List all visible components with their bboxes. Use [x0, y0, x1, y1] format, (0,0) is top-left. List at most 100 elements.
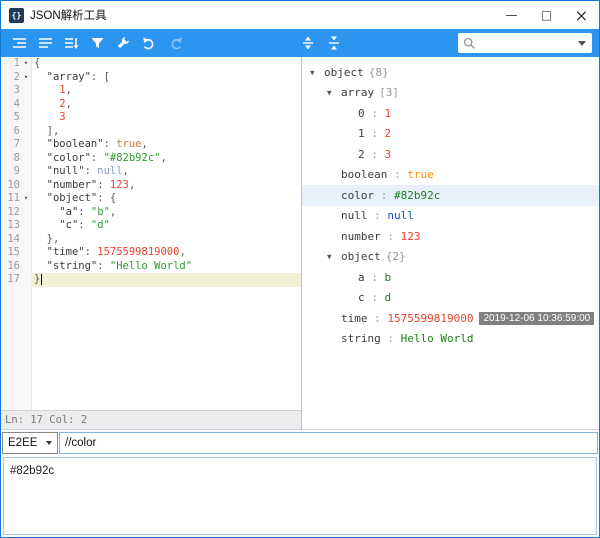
compact-icon[interactable] — [36, 34, 54, 52]
code-line[interactable]: "a": "b", — [31, 206, 301, 220]
code-line[interactable]: "array": [ — [31, 71, 301, 85]
repair-icon[interactable] — [114, 34, 132, 52]
format-icon[interactable] — [10, 34, 28, 52]
editor-line[interactable]: 11▾ "object": { — [1, 192, 301, 206]
query-result[interactable]: #82b92c — [3, 457, 597, 535]
fold-spacer — [21, 206, 31, 220]
code-line[interactable]: "boolean": true, — [31, 138, 301, 152]
tree-value: 2 — [385, 127, 392, 140]
tree-row[interactable]: string : Hello World — [302, 329, 599, 350]
code-line[interactable]: { — [31, 57, 301, 71]
expand-all-icon[interactable] — [299, 34, 317, 52]
editor-line[interactable]: 16 "string": "Hello World" — [1, 260, 301, 274]
editor-line[interactable]: 3 1, — [1, 84, 301, 98]
query-mode-select[interactable]: E2EE — [2, 432, 58, 454]
token: "#82b92c" — [104, 152, 161, 164]
code-line[interactable]: 2, — [31, 98, 301, 112]
redo-icon[interactable] — [166, 34, 184, 52]
code-line[interactable]: "null": null, — [31, 165, 301, 179]
minimize-button[interactable]: — — [494, 1, 529, 29]
code-line[interactable]: "c": "d" — [31, 219, 301, 233]
line-number: 15 — [7, 246, 21, 260]
tree-row[interactable]: time : 15755998190002019-12-06 10:36:59:… — [302, 308, 599, 329]
key-value-separator: : — [365, 291, 385, 304]
collapse-all-icon[interactable] — [325, 34, 343, 52]
fold-arrow-icon[interactable]: ▾ — [21, 71, 31, 85]
fold-arrow-icon[interactable]: ▾ — [21, 57, 31, 71]
line-number: 16 — [7, 260, 21, 274]
search-dropdown-icon[interactable] — [578, 41, 586, 46]
tree-row[interactable]: boolean : true — [302, 165, 599, 186]
search-input[interactable] — [479, 36, 578, 50]
app-icon: {} — [9, 8, 24, 23]
code-line[interactable]: "string": "Hello World" — [31, 260, 301, 274]
token: , — [66, 84, 72, 96]
fold-spacer — [21, 138, 31, 152]
editor-line[interactable]: 15 "time": 1575599819000, — [1, 246, 301, 260]
query-path-input[interactable] — [59, 432, 598, 454]
code-line[interactable]: } — [31, 273, 301, 287]
editor-line[interactable]: 13 "c": "d" — [1, 219, 301, 233]
key-value-separator: : — [365, 271, 385, 284]
tree-key: time — [341, 312, 368, 325]
json-editor[interactable]: 1▾{2▾ "array": [3 1,4 2,5 36 ],7 "boolea… — [1, 57, 301, 410]
editor-line[interactable]: 7 "boolean": true, — [1, 138, 301, 152]
token: : — [78, 219, 91, 231]
code-line[interactable]: ], — [31, 125, 301, 139]
filter-icon[interactable] — [88, 34, 106, 52]
editor-line[interactable]: 1▾{ — [1, 57, 301, 71]
tree-key: c — [358, 291, 365, 304]
editor-line[interactable]: 10 "number": 123, — [1, 179, 301, 193]
tree-row[interactable]: ▼array[3] — [302, 83, 599, 104]
fold-spacer — [21, 98, 31, 112]
fold-spacer — [21, 260, 31, 274]
tree-row[interactable]: ▼object{2} — [302, 247, 599, 268]
close-button[interactable]: × — [564, 1, 599, 29]
editor-line[interactable]: 2▾ "array": [ — [1, 71, 301, 85]
code-line[interactable]: "color": "#82b92c", — [31, 152, 301, 166]
editor-line[interactable]: 4 2, — [1, 98, 301, 112]
tree-row[interactable]: ▼object{8} — [302, 62, 599, 83]
editor-line[interactable]: 12 "a": "b", — [1, 206, 301, 220]
token: , — [160, 152, 166, 164]
window-title: JSON解析工具 — [30, 7, 107, 23]
line-number: 11 — [7, 192, 21, 206]
token — [34, 165, 47, 177]
token — [34, 260, 47, 272]
code-line[interactable]: "object": { — [31, 192, 301, 206]
token — [34, 233, 47, 245]
tree-row[interactable]: 1 : 2 — [302, 124, 599, 145]
sort-icon[interactable] — [62, 34, 80, 52]
collapse-triangle-icon[interactable]: ▼ — [310, 68, 324, 77]
tree-row[interactable]: c : d — [302, 288, 599, 309]
tree-row[interactable]: null : null — [302, 206, 599, 227]
token: : — [78, 206, 91, 218]
collapse-triangle-icon[interactable]: ▼ — [327, 252, 341, 261]
editor-line[interactable]: 9 "null": null, — [1, 165, 301, 179]
tree-row[interactable]: 2 : 3 — [302, 144, 599, 165]
tree-row[interactable]: number : 123 — [302, 226, 599, 247]
code-line[interactable]: 3 — [31, 111, 301, 125]
editor-line[interactable]: 6 ], — [1, 125, 301, 139]
editor-line[interactable]: 5 3 — [1, 111, 301, 125]
line-number: 10 — [7, 179, 21, 193]
tree-row[interactable]: color : #82b92c — [302, 185, 599, 206]
maximize-button[interactable]: □ — [529, 1, 564, 29]
editor-line[interactable]: 14 }, — [1, 233, 301, 247]
collapse-triangle-icon[interactable]: ▼ — [327, 88, 341, 97]
editor-line[interactable]: 17} — [1, 273, 301, 287]
code-line[interactable]: "number": 123, — [31, 179, 301, 193]
tree-row[interactable]: a : b — [302, 267, 599, 288]
token: null — [97, 165, 122, 177]
editor-line[interactable]: 8 "color": "#82b92c", — [1, 152, 301, 166]
token: 3 — [59, 111, 65, 123]
code-line[interactable]: 1, — [31, 84, 301, 98]
search-box[interactable] — [458, 33, 592, 53]
code-line[interactable]: }, — [31, 233, 301, 247]
tree-row[interactable]: 0 : 1 — [302, 103, 599, 124]
fold-arrow-icon[interactable]: ▾ — [21, 192, 31, 206]
undo-icon[interactable] — [140, 34, 158, 52]
token: : { — [97, 192, 116, 204]
code-line[interactable]: "time": 1575599819000, — [31, 246, 301, 260]
tree-key: color — [341, 189, 374, 202]
